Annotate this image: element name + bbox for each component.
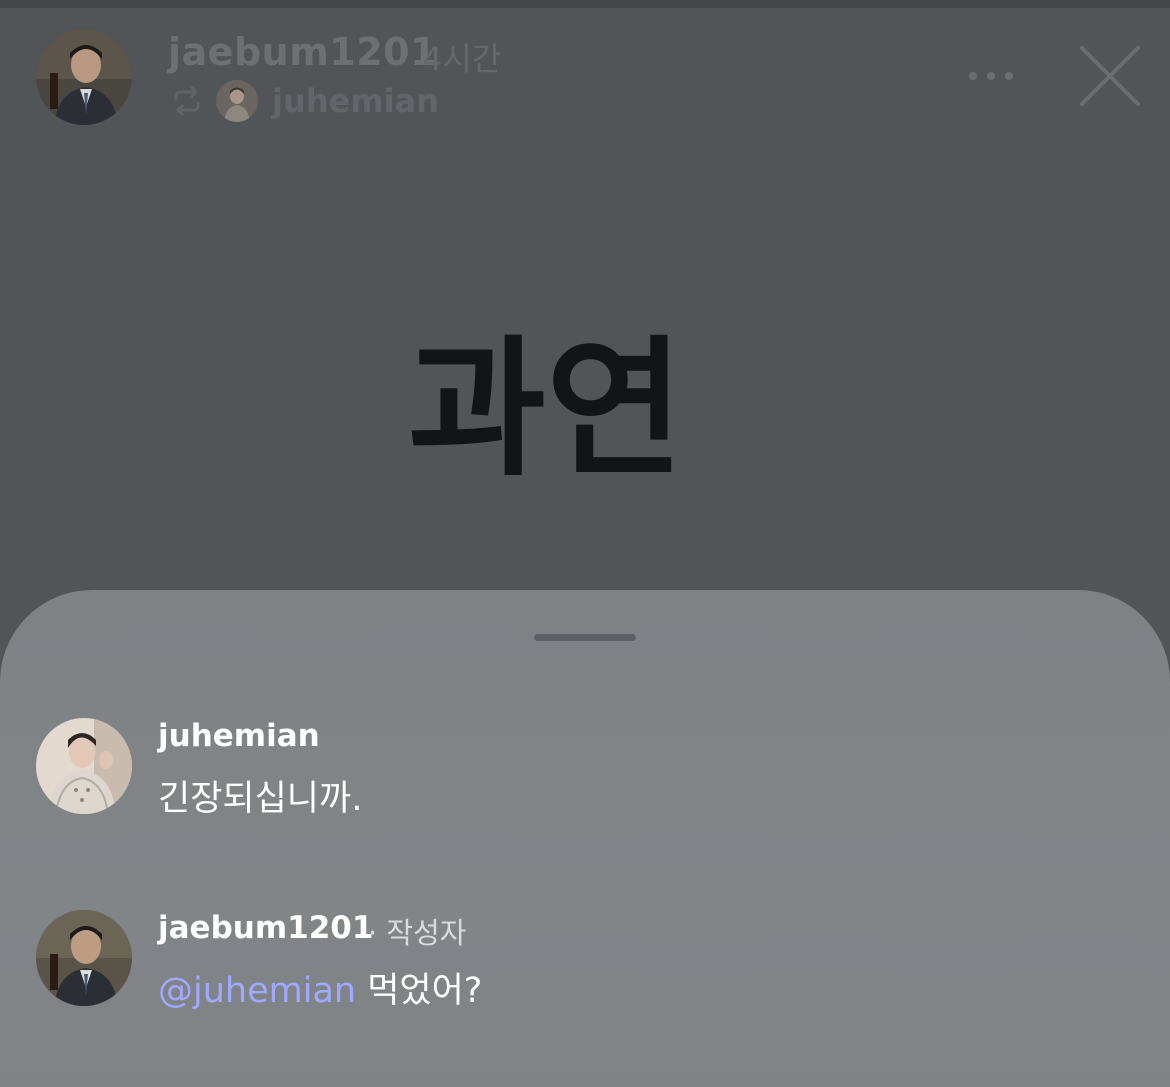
reply-text: @juhemian 먹었어? [158, 962, 482, 1013]
sheet-grabber[interactable] [534, 634, 636, 641]
replies-sheet: juhemian 긴장되십니까. jaebum1201 · 작성자 @juhem… [0, 590, 1170, 1087]
post-text: 과연 [407, 323, 684, 497]
reposter-username[interactable]: juhemian [272, 82, 439, 120]
author-avatar[interactable] [36, 29, 132, 125]
close-icon[interactable] [1078, 44, 1142, 108]
reply-body: 긴장되십니까. [158, 779, 363, 819]
reply-username[interactable]: juhemian [158, 718, 320, 754]
post-header: jaebum1201 4시간 juhemian [0, 0, 1170, 150]
reply-avatar[interactable] [36, 718, 132, 814]
author-badge: · 작성자 [368, 916, 467, 950]
reply-item: jaebum1201 · 작성자 @juhemian 먹었어? [0, 910, 1170, 1040]
reply-item: juhemian 긴장되십니까. [0, 718, 1170, 848]
reply-text: 긴장되십니까. [158, 770, 362, 821]
post-time: 4시간 [422, 40, 502, 78]
repost-icon [170, 84, 204, 118]
more-icon[interactable] [966, 66, 1016, 86]
reply-username[interactable]: jaebum1201 [158, 910, 373, 946]
author-username[interactable]: jaebum1201 [168, 30, 437, 74]
reposter-avatar[interactable] [216, 80, 258, 122]
reply-avatar[interactable] [36, 910, 132, 1006]
reply-body: 먹었어? [356, 971, 483, 1011]
mention-link[interactable]: @juhemian [158, 971, 356, 1011]
